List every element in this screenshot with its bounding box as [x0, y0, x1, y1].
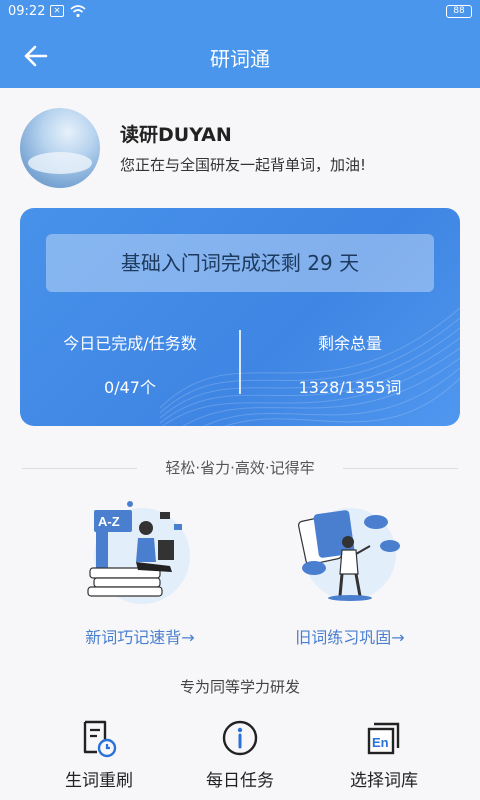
countdown-banner: 基础入门词完成还剩 29 天	[46, 234, 434, 292]
avatar-cloud	[28, 152, 92, 174]
today-progress: 今日已完成/任务数 0/47个	[20, 330, 240, 398]
info-icon	[222, 720, 258, 756]
remaining-total: 剩余总量 1328/1355词	[240, 330, 460, 398]
tool-select-library[interactable]: En 选择词库	[314, 718, 454, 791]
tool-daily-task-label: 每日任务	[206, 771, 274, 791]
remaining-total-value: 1328/1355词	[298, 378, 402, 397]
today-progress-label: 今日已完成/任务数	[63, 334, 197, 353]
new-words-link[interactable]: 新词巧记速背→	[40, 624, 240, 648]
review-words-link[interactable]: 旧词练习巩固→	[250, 624, 450, 648]
battery-indicator: 88	[446, 5, 472, 18]
slogan-row: 轻松·省力·高效·记得牢	[0, 458, 480, 478]
notification-icon: ✕	[50, 5, 64, 17]
svg-text:A-Z: A-Z	[98, 514, 120, 529]
avatar[interactable]	[20, 108, 100, 188]
user-name: 读研DUYAN	[120, 124, 232, 146]
status-time: 09:22	[8, 4, 46, 19]
profile-header: 读研DUYAN 您正在与全国研友一起背单词，加油!	[20, 108, 460, 188]
user-greeting: 您正在与全国研友一起背单词，加油!	[120, 156, 367, 174]
svg-text:En: En	[372, 735, 389, 750]
remaining-total-label: 剩余总量	[317, 334, 382, 353]
new-words-illustration-icon: A-Z	[87, 501, 190, 604]
slogan-divider-right	[343, 468, 458, 469]
tool-daily-task[interactable]: 每日任务	[170, 718, 310, 791]
slogan-divider-left	[22, 468, 137, 469]
slogan-text: 轻松·省力·高效·记得牢	[165, 459, 315, 477]
wifi-icon	[70, 5, 86, 18]
en-library-icon: En	[367, 722, 400, 755]
tool-rebrush-words[interactable]: 生词重刷	[29, 718, 169, 791]
status-bar: 09:22 ✕ 88	[0, 0, 480, 24]
page-title: 研词通	[210, 47, 270, 71]
review-words-illustration-icon	[297, 508, 400, 601]
main-content: 读研DUYAN 您正在与全国研友一起背单词，加油! 基础入门词完成还剩 29 天…	[0, 88, 480, 800]
tool-select-library-label: 选择词库	[350, 771, 418, 791]
tool-rebrush-label: 生词重刷	[65, 771, 133, 791]
new-words-feature[interactable]: A-Z 新词巧记速背→	[40, 498, 240, 648]
review-words-feature[interactable]: 旧词练习巩固→	[250, 498, 450, 648]
progress-card: 基础入门词完成还剩 29 天 今日已完成/任务数 0/47个 剩余总量 1328…	[20, 208, 460, 426]
today-progress-value: 0/47个	[104, 378, 156, 397]
section-subtitle: 专为同等学力研发	[179, 678, 300, 696]
app-header: 研词通	[0, 24, 480, 88]
clock-document-icon	[83, 720, 117, 758]
